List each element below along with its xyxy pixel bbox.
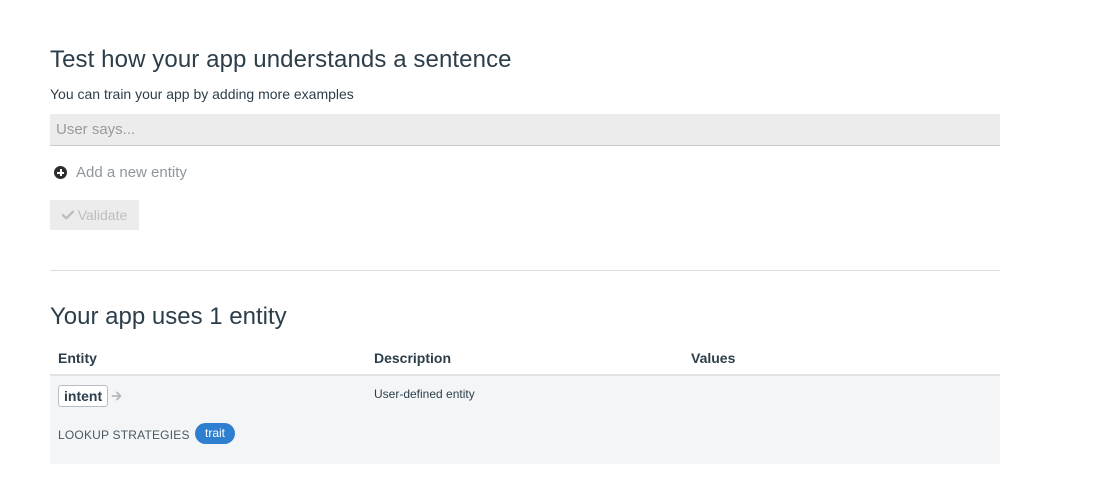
user-says-input[interactable] [50, 114, 1000, 146]
validate-button[interactable]: Validate [50, 200, 139, 230]
column-header-description: Description [374, 350, 452, 366]
column-header-entity: Entity [58, 350, 97, 366]
add-entity-link[interactable]: Add a new entity [54, 164, 187, 181]
test-section-title: Test how your app understands a sentence [50, 46, 512, 73]
strategy-badge-trait: trait [195, 423, 236, 444]
check-icon [61, 210, 74, 220]
plus-circle-icon [54, 166, 67, 179]
entities-section-title: Your app uses 1 entity [50, 303, 287, 330]
arrow-right-icon[interactable] [111, 390, 123, 402]
entity-description: User-defined entity [374, 387, 475, 401]
test-section-subtitle: You can train your app by adding more ex… [50, 86, 354, 102]
entities-table-header: Entity Description Values [50, 344, 1000, 376]
page: Test how your app understands a sentence… [0, 0, 1094, 484]
lookup-strategies-label: LOOKUP STRATEGIES [58, 428, 190, 442]
entity-name-chip[interactable]: intent [58, 385, 109, 407]
entities-table: Entity Description Values intent User-de… [50, 344, 1000, 464]
validate-label: Validate [77, 207, 128, 223]
add-entity-label: Add a new entity [76, 164, 187, 181]
section-divider [50, 270, 1000, 271]
table-row: intent User-defined entity LOOKUP STRATE… [50, 376, 1000, 464]
column-header-values: Values [691, 350, 736, 366]
